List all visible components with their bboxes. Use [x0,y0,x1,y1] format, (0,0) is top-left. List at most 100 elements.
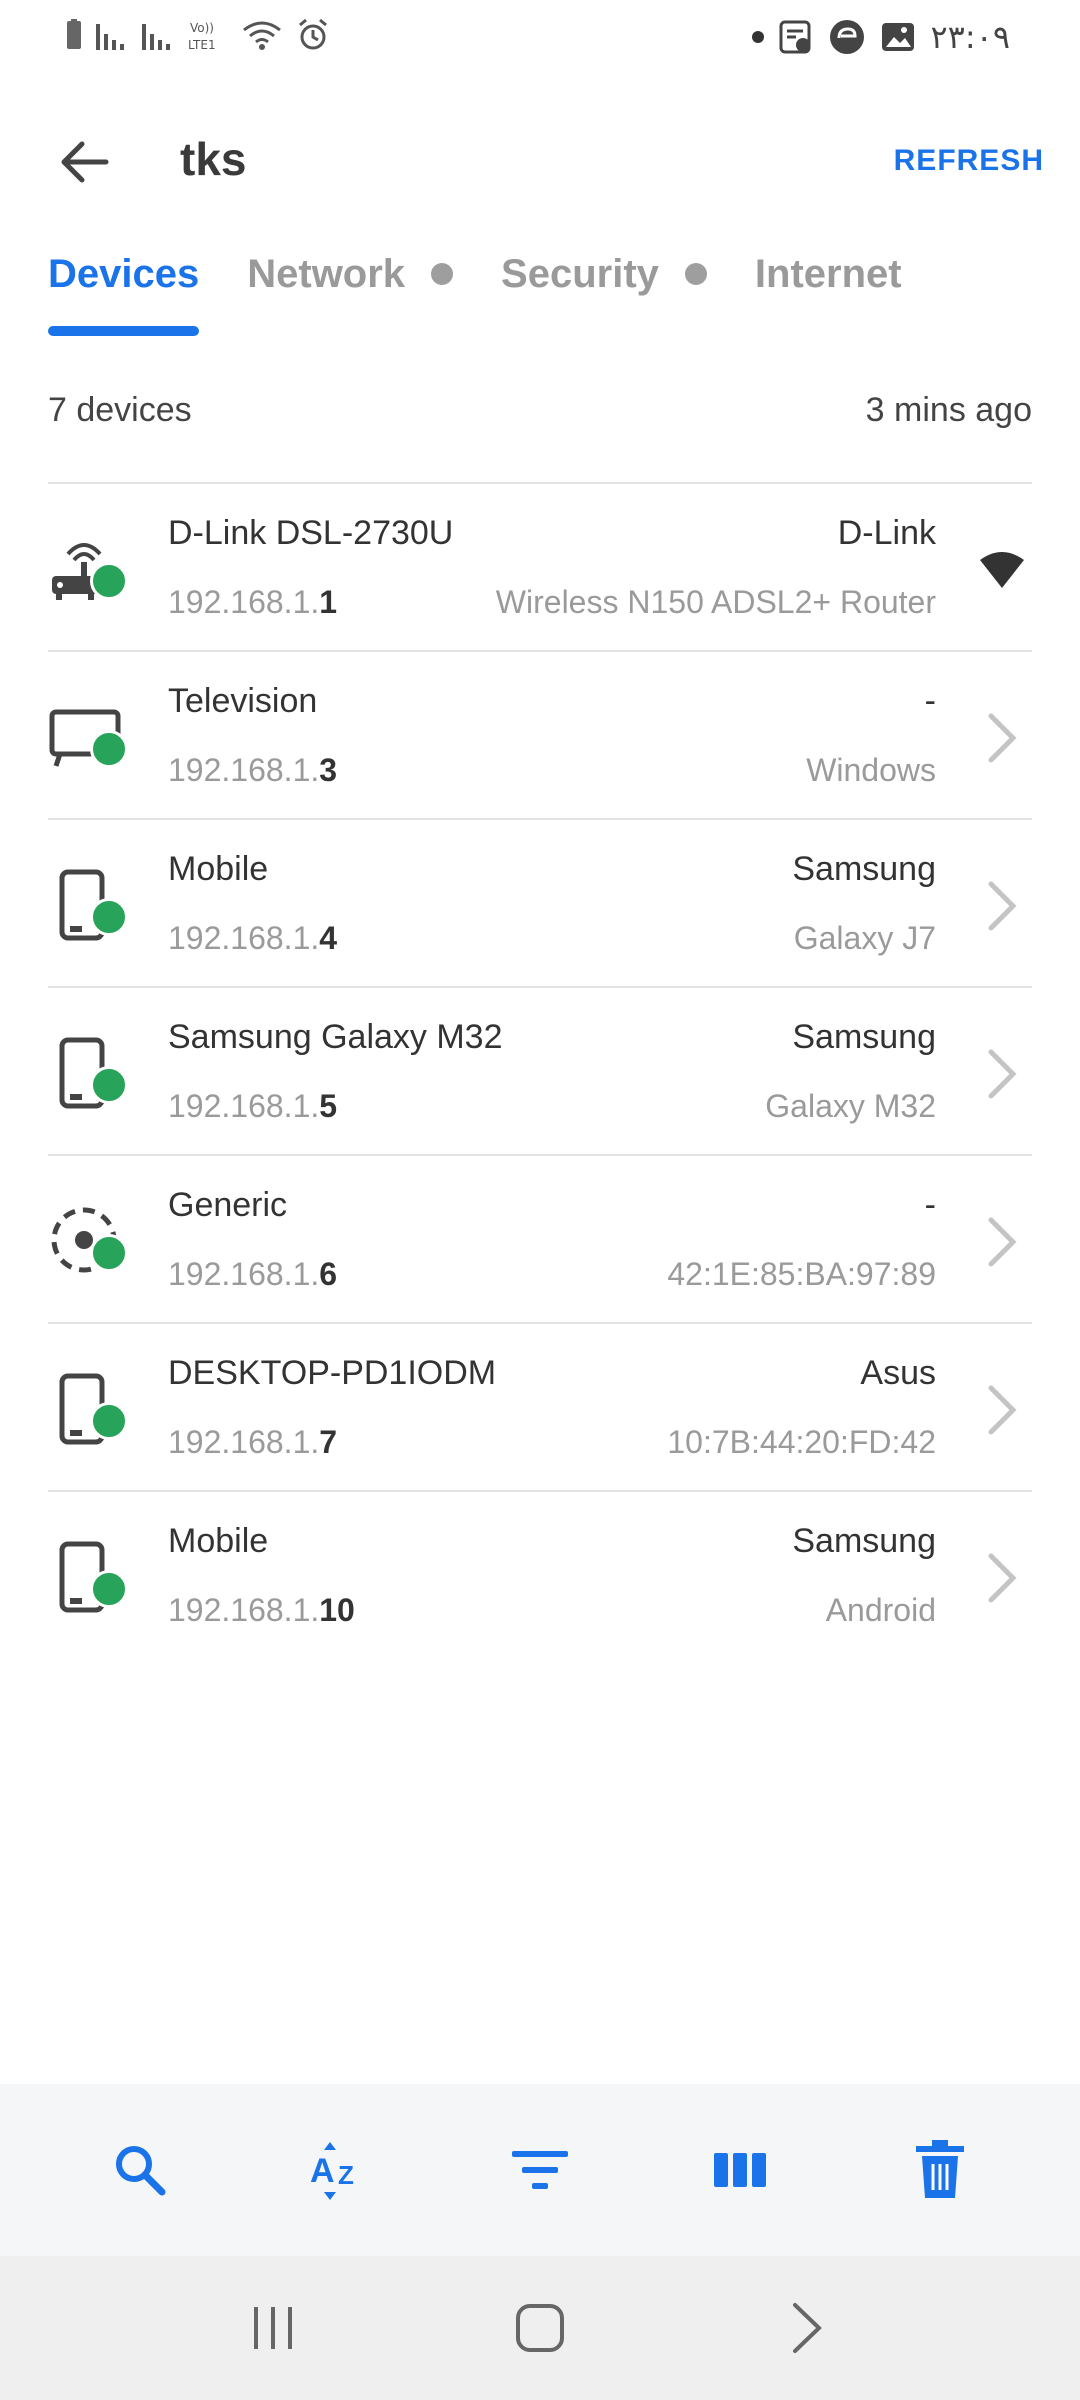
tab-label: Security [501,251,659,296]
last-updated: 3 mins ago [865,390,1032,429]
back-icon [792,2303,822,2353]
lte-label: LTE1 [188,38,216,52]
tab-label: Internet [754,251,902,296]
home-button[interactable] [492,2280,588,2376]
online-status-dot [90,1066,128,1104]
online-status-dot [90,1402,128,1440]
device-brand: D-Link [837,514,936,552]
device-ip: 192.168.1.6 [168,1256,338,1292]
tab-status-dot [684,263,707,285]
recents-button[interactable] [225,2280,321,2376]
calendar-check-icon [778,19,814,55]
chevron-right-icon[interactable] [978,876,1026,936]
device-summary: 7 devices 3 mins ago [48,380,1032,440]
chevron-right-icon[interactable] [978,1548,1026,1608]
device-brand: Samsung [792,1522,936,1560]
device-brand: Samsung [792,850,936,888]
device-brand: - [924,682,936,720]
device-name: Mobile [168,1522,269,1560]
edge-app-icon [828,18,866,56]
device-name: Generic [168,1186,288,1224]
tab-internet[interactable]: Internet [755,236,902,312]
device-count: 7 devices [48,390,192,429]
device-ip: 192.168.1.10 [168,1592,355,1628]
status-right-icons: ۲۳:۰۹ [752,18,1010,56]
device-model: Galaxy J7 [793,920,936,956]
delete-button[interactable] [892,2122,988,2218]
tab-bar: Devices Network Security Internet [48,236,950,340]
recents-icon [254,2307,293,2349]
device-brand: - [924,1186,936,1224]
svg-text:A: A [310,2152,335,2190]
device-model: Android [825,1592,936,1628]
arrow-back-icon [61,141,109,183]
device-brand: Asus [860,1354,936,1392]
device-list: D-Link DSL-2730U 192.168.1.1 D-Link Wire… [48,482,1032,1658]
tab-network[interactable]: Network [247,236,454,312]
device-name: DESKTOP-PD1IODM [168,1354,497,1392]
device-mac: 42:1E:85:BA:97:89 [667,1256,936,1292]
page-title: tks [180,133,247,185]
tab-label: Network [247,251,406,296]
signal-icon-2 [142,20,176,50]
tab-devices[interactable]: Devices [48,236,200,336]
sort-az-icon: A Z [310,2142,354,2200]
device-row[interactable]: Television 192.168.1.3 - Windows [48,650,1032,818]
online-status-dot [90,730,128,768]
device-name: D-Link DSL-2730U [168,514,454,552]
device-row[interactable]: Mobile 192.168.1.4 Samsung Galaxy J7 [48,818,1032,986]
tab-security[interactable]: Security [501,236,707,312]
device-row[interactable]: Samsung Galaxy M32 192.168.1.5 Samsung G… [48,986,1032,1154]
columns-button[interactable] [692,2122,788,2218]
notification-dot [752,31,765,43]
device-ip: 192.168.1.1 [168,584,338,620]
refresh-button[interactable]: REFRESH [894,144,1044,178]
back-button[interactable] [48,130,120,194]
device-brand: Samsung [792,1018,936,1056]
device-model: Wireless N150 ADSL2+ Router [495,584,936,620]
filter-button[interactable] [492,2122,588,2218]
battery-icon [64,19,84,51]
search-button[interactable] [92,2122,188,2218]
svg-text:Z: Z [338,2160,354,2190]
tab-status-dot [431,263,454,285]
alarm-icon [296,18,330,52]
wifi-icon[interactable] [978,540,1026,600]
device-row[interactable]: Mobile 192.168.1.10 Samsung Android [48,1490,1032,1658]
app-bar: tks REFRESH [0,110,1080,210]
online-status-dot [90,898,128,936]
filter-icon [512,2151,568,2189]
device-name: Television [168,682,318,720]
device-name: Mobile [168,850,269,888]
sort-button[interactable]: A Z [292,2122,388,2218]
wifi-status-icon [240,18,284,52]
device-name: Samsung Galaxy M32 [168,1018,503,1056]
tab-label: Devices [48,251,200,296]
bottom-toolbar: A Z [0,2084,1080,2256]
back-nav-button[interactable] [759,2280,855,2376]
status-time: ۲۳:۰۹ [930,18,1010,56]
device-ip: 192.168.1.3 [168,752,338,788]
chevron-right-icon[interactable] [978,1044,1026,1104]
home-icon [515,2304,564,2352]
status-bar: Vo)) LTE1 ۲۳:۰۹ [0,0,1080,76]
device-row[interactable]: D-Link DSL-2730U 192.168.1.1 D-Link Wire… [48,482,1032,650]
chevron-right-icon[interactable] [978,1212,1026,1272]
device-ip: 192.168.1.4 [168,920,338,956]
device-mac: 10:7B:44:20:FD:42 [667,1424,936,1460]
signal-icon [96,20,130,50]
online-status-dot [90,1234,128,1272]
search-icon [116,2146,166,2196]
device-row[interactable]: DESKTOP-PD1IODM 192.168.1.7 Asus 10:7B:4… [48,1322,1032,1490]
device-row[interactable]: Generic 192.168.1.6 - 42:1E:85:BA:97:89 [48,1154,1032,1322]
gallery-icon [880,19,916,55]
chevron-right-icon[interactable] [978,1380,1026,1440]
online-status-dot [90,1570,128,1608]
device-model: Galaxy M32 [765,1088,936,1124]
chevron-right-icon[interactable] [978,708,1026,768]
online-status-dot [90,562,128,600]
system-nav-bar [0,2256,1080,2400]
device-ip: 192.168.1.7 [168,1424,338,1460]
volte-icon: Vo)) LTE1 [188,18,228,52]
columns-icon [714,2153,766,2187]
